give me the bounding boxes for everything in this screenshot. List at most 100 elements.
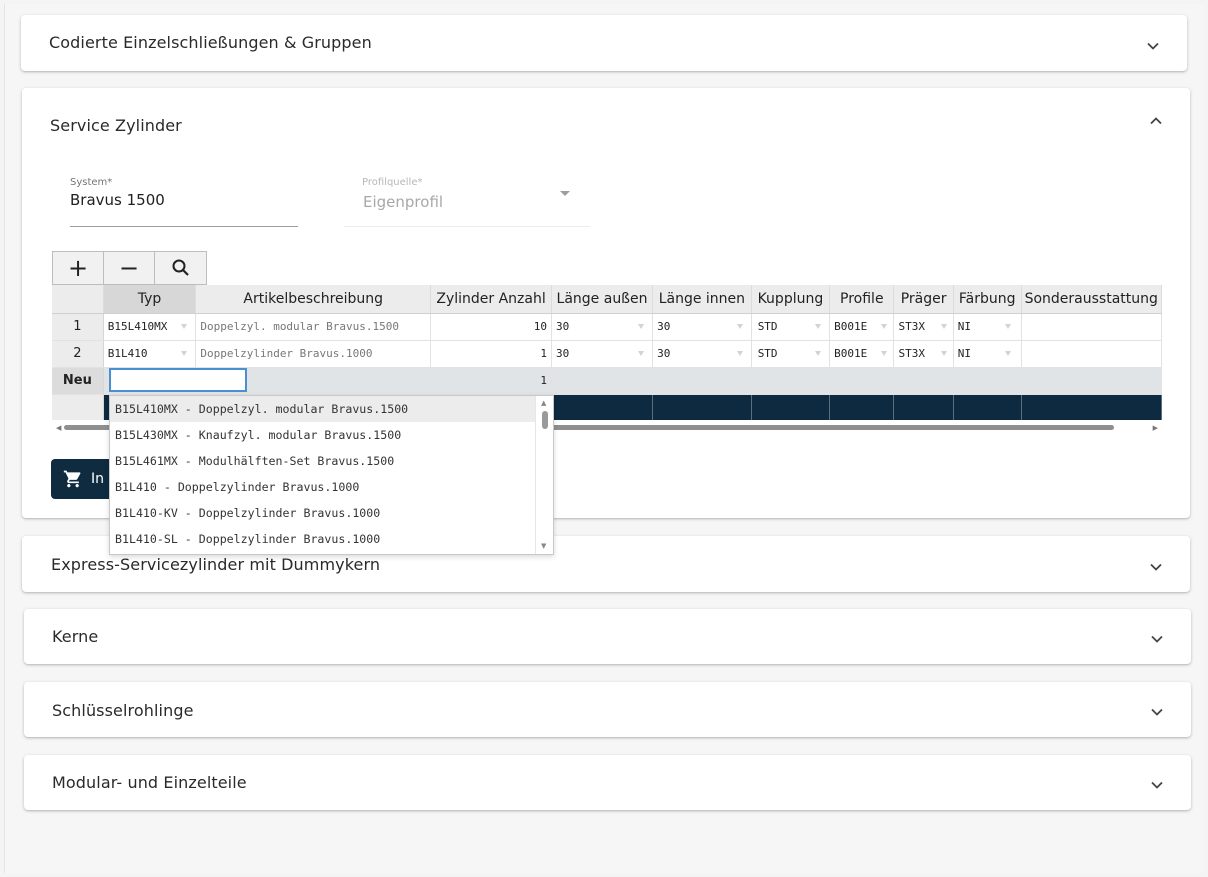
field-underline: [70, 226, 298, 227]
panel-title: Schlüsselrohlinge: [52, 701, 194, 720]
remove-row-button[interactable]: −: [103, 251, 155, 285]
chevron-up-icon[interactable]: [1148, 113, 1164, 129]
chevron-down-icon[interactable]: [1145, 38, 1161, 54]
col-header-zylinder-anzahl[interactable]: Zylinder Anzahl: [430, 285, 552, 314]
cell-artikelbeschreibung[interactable]: Doppelzylinder Bravus.1000: [195, 340, 432, 368]
cart-icon: [63, 470, 81, 488]
cell-praeger[interactable]: ST3X: [893, 340, 954, 368]
cell-praeger: [893, 394, 954, 420]
col-header-typ[interactable]: Typ: [103, 285, 197, 314]
cell-sonderausstattung[interactable]: [1021, 367, 1162, 395]
filter-arrow-icon: [881, 323, 888, 329]
typ-autocomplete-list: B15L410MX - Doppelzyl. modular Bravus.15…: [109, 395, 554, 555]
filter-arrow-icon: [181, 350, 188, 356]
scrollbar-thumb[interactable]: [542, 411, 548, 429]
typ-cell-editor-input[interactable]: [109, 368, 247, 392]
autocomplete-option[interactable]: B15L430MX - Knaufzyl. modular Bravus.150…: [110, 422, 536, 448]
autocomplete-option[interactable]: B1L410-KV - Doppelzylinder Bravus.1000: [110, 500, 536, 526]
cell-laenge-aussen[interactable]: 30: [551, 313, 654, 341]
autocomplete-option[interactable]: B1L410-SL - Doppelzylinder Bravus.1000: [110, 526, 536, 552]
col-header-profile[interactable]: Profile: [829, 285, 895, 314]
panel-title: Express-Servicezylinder mit Dummykern: [51, 555, 381, 574]
cell-kupplung[interactable]: [751, 367, 831, 395]
cell-zylinder-anzahl[interactable]: 1: [430, 340, 552, 368]
col-header-artikelbeschreibung[interactable]: Artikelbeschreibung: [195, 285, 432, 314]
cell-laenge-innen: [652, 394, 752, 420]
cell-artikelbeschreibung[interactable]: Doppelzyl. modular Bravus.1500: [195, 313, 432, 341]
panel-title: Kerne: [52, 627, 99, 646]
scroll-down-icon[interactable]: ▼: [541, 542, 546, 550]
chevron-down-icon: [560, 191, 570, 196]
scroll-right-icon[interactable]: ▶: [1153, 424, 1158, 432]
table-row: 2 B1L410 Doppelzylinder Bravus.1000 1 30…: [52, 340, 1162, 368]
order-button-label: In: [91, 471, 105, 487]
cell-laenge-innen[interactable]: 30: [652, 340, 752, 368]
filter-arrow-icon: [815, 323, 822, 329]
panel-schluesselrohlinge[interactable]: Schlüsselrohlinge: [24, 682, 1191, 737]
col-header-faerbung[interactable]: Färbung: [953, 285, 1022, 314]
col-header-rownum: [52, 285, 104, 314]
cell-laenge-innen[interactable]: 30: [652, 313, 752, 341]
panel-modular-einzelteile[interactable]: Modular- und Einzelteile: [24, 755, 1191, 810]
cell-faerbung: [953, 394, 1022, 420]
cell-zylinder-anzahl[interactable]: 1: [430, 367, 552, 395]
cell-profile[interactable]: [829, 367, 895, 395]
cell-laenge-aussen[interactable]: 30: [551, 340, 654, 368]
cell-faerbung[interactable]: NI: [953, 340, 1022, 368]
grid-toolbar: + −: [52, 251, 207, 285]
cell-kupplung[interactable]: STD: [751, 313, 831, 341]
profilquelle-label: Profilquelle*: [362, 177, 423, 188]
cell-laenge-aussen[interactable]: [551, 367, 654, 395]
chevron-down-icon[interactable]: [1148, 559, 1164, 575]
col-header-laenge-innen[interactable]: Länge innen: [652, 285, 752, 314]
cell-sonderausstattung[interactable]: [1021, 340, 1162, 368]
cell-praeger[interactable]: ST3X: [893, 313, 954, 341]
filter-arrow-icon: [1004, 323, 1011, 329]
system-field[interactable]: System* Bravus 1500: [70, 177, 298, 227]
row-number[interactable]: 1: [52, 313, 104, 341]
cell-faerbung[interactable]: NI: [953, 313, 1022, 341]
panel-kerne[interactable]: Kerne: [24, 609, 1191, 664]
autocomplete-option[interactable]: B1L410 - Doppelzylinder Bravus.1000: [110, 474, 536, 500]
cell-faerbung[interactable]: [953, 367, 1022, 395]
chevron-down-icon[interactable]: [1149, 777, 1165, 793]
cell-profile[interactable]: B001E: [829, 340, 895, 368]
cell-profile: [829, 394, 895, 420]
scroll-up-icon[interactable]: ▲: [541, 399, 546, 407]
panel-codierte[interactable]: Codierte Einzelschließungen & Gruppen: [21, 15, 1187, 71]
cell-kupplung[interactable]: STD: [751, 340, 831, 368]
autocomplete-option[interactable]: B15L410MX - Doppelzyl. modular Bravus.15…: [110, 396, 536, 422]
autocomplete-option[interactable]: B15L461MX - Modulhälften-Set Bravus.1500: [110, 448, 536, 474]
chevron-down-icon[interactable]: [1149, 704, 1165, 720]
chevron-down-icon[interactable]: [1149, 631, 1165, 647]
cell-laenge-innen[interactable]: [652, 367, 752, 395]
autocomplete-scrollbar[interactable]: ▲ ▼: [535, 396, 553, 554]
cell-typ[interactable]: B1L410: [103, 340, 197, 368]
cell-sonderausstattung[interactable]: [1021, 313, 1162, 341]
cell-zylinder-anzahl[interactable]: 10: [430, 313, 552, 341]
scroll-left-icon[interactable]: ◀: [56, 424, 61, 432]
col-header-sonderausstattung[interactable]: Sonderausstattung: [1021, 285, 1162, 314]
filter-arrow-icon: [638, 350, 645, 356]
row-number[interactable]: Neu: [52, 367, 104, 395]
profilquelle-value: Eigenprofil: [363, 193, 444, 211]
col-header-laenge-aussen[interactable]: Länge außen: [551, 285, 654, 314]
filter-arrow-icon: [940, 350, 947, 356]
cell-praeger[interactable]: [893, 367, 954, 395]
filter-arrow-icon: [881, 350, 888, 356]
col-header-kupplung[interactable]: Kupplung: [751, 285, 831, 314]
add-row-button[interactable]: +: [52, 251, 104, 285]
filter-arrow-icon: [940, 323, 947, 329]
row-number: [52, 394, 104, 420]
search-button[interactable]: [154, 251, 207, 285]
cell-typ[interactable]: B15L410MX: [103, 313, 197, 341]
filter-arrow-icon: [181, 323, 188, 329]
cell-profile[interactable]: B001E: [829, 313, 895, 341]
col-header-praeger[interactable]: Präger: [893, 285, 954, 314]
system-value: Bravus 1500: [70, 191, 165, 209]
panel-title: Modular- und Einzelteile: [52, 773, 247, 792]
row-number[interactable]: 2: [52, 340, 104, 368]
cell-laenge-aussen: [551, 394, 654, 420]
filter-arrow-icon: [736, 323, 743, 329]
filter-arrow-icon: [815, 350, 822, 356]
